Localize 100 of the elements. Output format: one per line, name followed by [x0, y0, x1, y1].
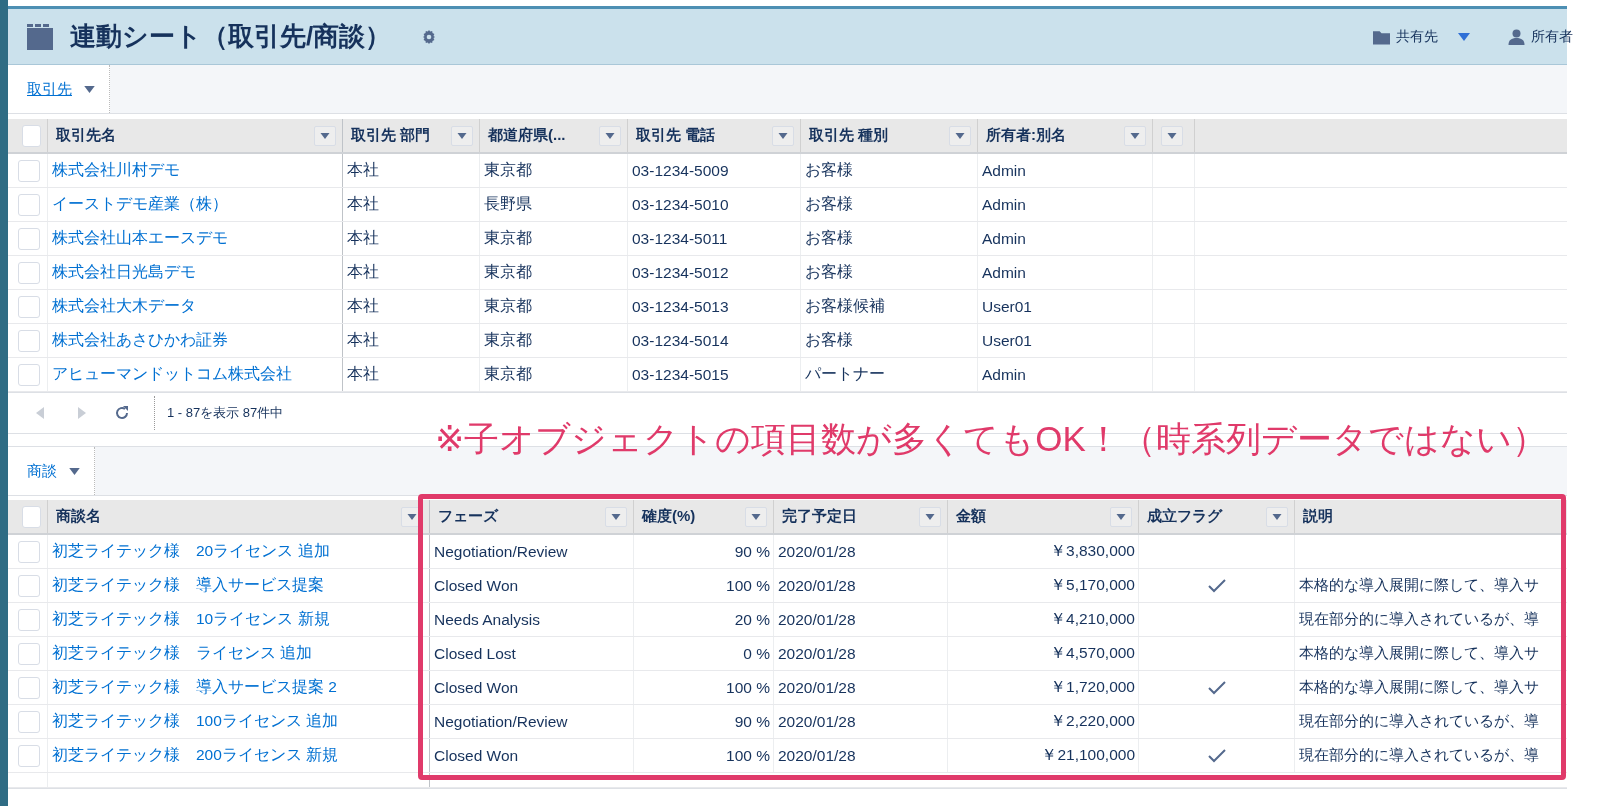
column-menu-button[interactable] [1266, 506, 1288, 527]
row-checkbox[interactable] [18, 744, 40, 767]
annotation-text: ※子オブジェクトの項目数が多くてもOK！（時系列データではない） [435, 418, 1547, 460]
column-menu-button[interactable] [1110, 506, 1132, 527]
row-checkbox[interactable] [18, 261, 40, 284]
deal-link[interactable]: 初芝ライテック様 10ライセンス 新規 [52, 609, 330, 630]
select-all-checkbox[interactable] [22, 505, 41, 528]
table-cell: 本格的な導入展開に際して、導入サ [1299, 576, 1539, 595]
table-cell: 現在部分的に導入されているが、導 [1299, 746, 1539, 765]
column-menu-button[interactable] [314, 125, 336, 146]
table-cell-text: ￥2,220,000 [1050, 711, 1135, 731]
table-cell: 本格的な導入展開に際して、導入サ [1299, 644, 1539, 663]
caret-icon[interactable] [1458, 32, 1470, 41]
deal-link[interactable]: 初芝ライテック様 導入サービス提案 [52, 575, 324, 596]
column-menu-button[interactable] [1124, 125, 1146, 146]
caret-icon [1116, 513, 1126, 520]
account-link[interactable]: 株式会社あさひかわ証券 [52, 330, 228, 351]
table-cell-text: ￥3,830,000 [1050, 541, 1135, 561]
check-icon [1208, 680, 1226, 695]
row-checkbox[interactable] [18, 540, 40, 563]
table-cell: 2020/01/28 [778, 576, 856, 595]
table-cell: 2020/01/28 [778, 678, 856, 697]
object-tab[interactable]: 商談 [8, 447, 95, 495]
account-link[interactable]: 株式会社日光島デモ [52, 262, 196, 283]
deal-link[interactable]: 初芝ライテック様 ライセンス 追加 [52, 643, 313, 664]
column-menu-button[interactable] [772, 125, 794, 146]
column-header: フェーズ [438, 507, 500, 526]
table-cell-text: ￥1,720,000 [1050, 677, 1135, 697]
table-cell-text: ￥4,210,000 [1050, 609, 1135, 629]
account-link[interactable]: アヒューマンドットコム株式会社 [52, 364, 292, 385]
table-cell: 03-1234-5011 [632, 229, 728, 248]
column-menu-button[interactable] [451, 125, 473, 146]
table-cell-text: 本社 [347, 296, 379, 316]
row-checkbox[interactable] [18, 329, 40, 352]
caret-icon [955, 132, 965, 139]
account-link[interactable]: イーストデモ産業（株） [52, 194, 228, 215]
column-menu-button[interactable] [605, 506, 627, 527]
check-icon [1208, 578, 1226, 593]
row-checkbox[interactable] [18, 295, 40, 318]
table-cell: 90 % [734, 542, 770, 561]
column-menu-button[interactable] [599, 125, 621, 146]
table-cell-text: 東京都 [484, 364, 532, 384]
deal-link[interactable]: 初芝ライテック様 20ライセンス 追加 [52, 541, 330, 562]
account-link[interactable]: 株式会社大木データ [52, 296, 196, 317]
row-checkbox[interactable] [18, 193, 40, 216]
column-menu-button[interactable] [919, 506, 941, 527]
table-cell-text: お客様 [805, 330, 853, 350]
table-cell-text: 本社 [347, 364, 379, 384]
caret-icon [751, 513, 761, 520]
table-cell: 03-1234-5015 [632, 365, 729, 384]
table-cell: 03-1234-5013 [632, 297, 729, 316]
row-checkbox[interactable] [18, 159, 40, 182]
table-cell-text: 東京都 [484, 160, 532, 180]
column-menu-button[interactable] [745, 506, 767, 527]
caret-icon [778, 132, 788, 139]
table-cell: Closed Won [434, 746, 519, 765]
table-cell: 90 % [734, 712, 770, 731]
column-header: 取引先 種別 [809, 126, 890, 145]
row-checkbox[interactable] [18, 574, 40, 597]
table-cell-text: 本社 [347, 194, 379, 214]
user-icon [1508, 28, 1525, 45]
owner-button[interactable]: 所有者 [1508, 27, 1573, 46]
account-link[interactable]: 株式会社山本エースデモ [52, 228, 228, 249]
table-cell: Admin [982, 263, 1026, 282]
caret-icon [407, 513, 417, 520]
table-cell: 2020/01/28 [778, 610, 856, 629]
check-icon [1208, 748, 1226, 763]
column-header: 成立フラグ [1147, 507, 1224, 526]
table-cell-text: 東京都 [484, 330, 532, 350]
object-tab[interactable]: 取引先 [8, 65, 110, 113]
table-cell: 本格的な導入展開に際して、導入サ [1299, 678, 1539, 697]
table-cell: 100 % [726, 576, 770, 595]
caret-icon [69, 467, 80, 475]
column-header: 都道府県(... [488, 126, 567, 145]
row-checkbox[interactable] [18, 227, 40, 250]
deal-link[interactable]: 初芝ライテック様 導入サービス提案 2 [52, 677, 337, 698]
column-header: 取引先 電話 [636, 126, 717, 145]
row-checkbox[interactable] [18, 642, 40, 665]
table-cell: User01 [982, 331, 1032, 350]
column-menu-button[interactable] [949, 125, 971, 146]
table-cell: Admin [982, 229, 1026, 248]
refresh-icon[interactable] [114, 405, 130, 421]
table-cell: 2020/01/28 [778, 644, 856, 663]
table-cell-text: 東京都 [484, 262, 532, 282]
caret-icon [1272, 513, 1282, 520]
row-checkbox[interactable] [18, 363, 40, 386]
table-cell-text: ￥21,100,000 [1041, 745, 1135, 765]
account-link[interactable]: 株式会社川村デモ [52, 160, 180, 181]
column-header: 取引先 部門 [351, 126, 432, 145]
deal-link[interactable]: 初芝ライテック様 100ライセンス 追加 [52, 711, 339, 732]
row-checkbox[interactable] [18, 710, 40, 733]
column-header: 商談名 [56, 507, 102, 526]
row-checkbox[interactable] [18, 676, 40, 699]
share-button[interactable]: 共有先 [1373, 27, 1438, 46]
table-cell-text: 本社 [347, 262, 379, 282]
column-header: 説明 [1303, 507, 1334, 526]
column-menu-button[interactable] [1161, 125, 1183, 146]
deal-link[interactable]: 初芝ライテック様 200ライセンス 新規 [52, 745, 339, 766]
row-checkbox[interactable] [18, 608, 40, 631]
select-all-checkbox[interactable] [22, 124, 41, 147]
